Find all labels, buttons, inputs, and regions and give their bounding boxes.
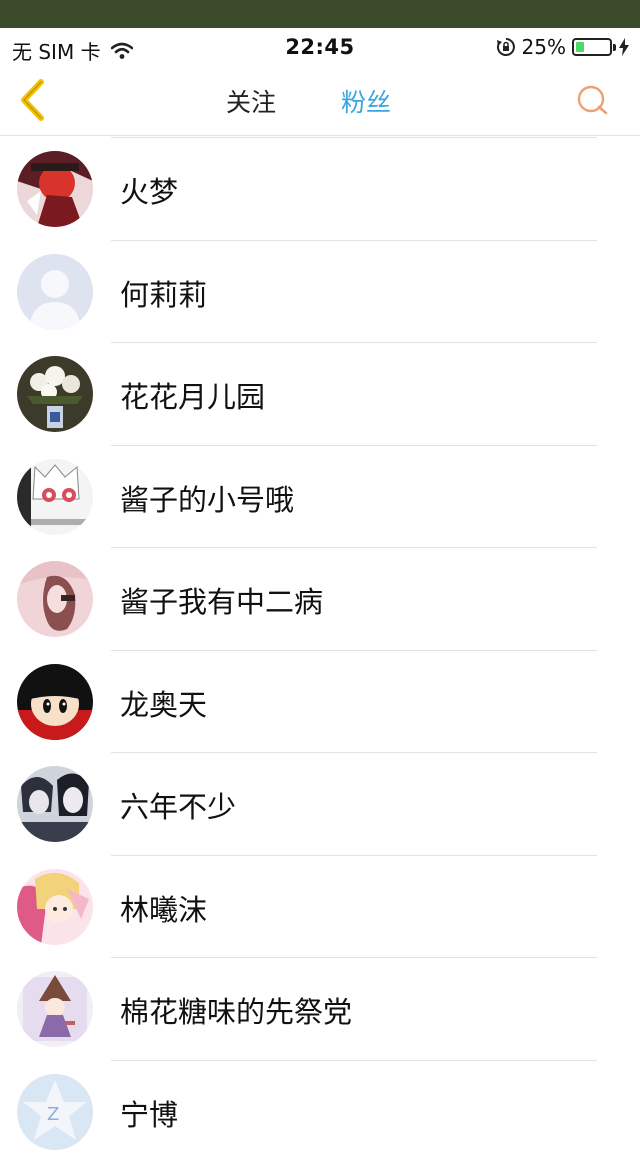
- fan-name: 花花月儿园: [120, 374, 265, 416]
- fan-name: 宁博: [120, 1092, 178, 1134]
- battery-percent: 25%: [522, 35, 566, 59]
- charging-icon: [618, 38, 630, 56]
- battery-level: [576, 42, 584, 52]
- tab-following[interactable]: 关注: [226, 83, 276, 119]
- avatar: [17, 971, 93, 1047]
- fan-name: 何莉莉: [120, 272, 207, 314]
- list-item[interactable]: 酱子的小号哦: [0, 445, 640, 548]
- chevron-left-icon: [14, 78, 54, 122]
- avatar: [17, 254, 93, 330]
- search-button[interactable]: [576, 84, 610, 116]
- avatar: [17, 664, 93, 740]
- avatar: [17, 459, 93, 535]
- rotation-lock-icon: [496, 37, 516, 57]
- fans-list: 火梦 何莉莉 花花月儿园 酱子的小号哦 酱子我有中二病 龙奥天: [0, 137, 640, 1162]
- avatar: Z: [17, 1074, 93, 1150]
- fan-name: 六年不少: [120, 784, 236, 826]
- avatar: [17, 356, 93, 432]
- search-icon: [576, 84, 610, 116]
- fan-name: 棉花糖味的先祭党: [120, 989, 352, 1031]
- list-item[interactable]: 酱子我有中二病: [0, 547, 640, 650]
- back-button[interactable]: [14, 78, 54, 122]
- list-item[interactable]: 六年不少: [0, 752, 640, 855]
- list-item[interactable]: 何莉莉: [0, 240, 640, 343]
- list-item[interactable]: 火梦: [0, 137, 640, 240]
- status-bar: 无 SIM 卡 22:45 25%: [0, 28, 640, 64]
- fan-name: 林曦沫: [120, 887, 207, 929]
- svg-text:Z: Z: [47, 1104, 59, 1125]
- top-strip: [0, 0, 640, 28]
- avatar: [17, 869, 93, 945]
- battery-icon: [572, 38, 612, 56]
- list-item[interactable]: 林曦沫: [0, 855, 640, 958]
- fan-name: 酱子的小号哦: [120, 477, 294, 519]
- avatar: [17, 151, 93, 227]
- tab-fans[interactable]: 粉丝: [341, 83, 391, 119]
- list-item[interactable]: 棉花糖味的先祭党: [0, 957, 640, 1060]
- list-item[interactable]: 花花月儿园: [0, 342, 640, 445]
- avatar: [17, 561, 93, 637]
- fan-name: 火梦: [120, 169, 178, 211]
- list-item[interactable]: Z 宁博: [0, 1060, 640, 1162]
- fan-name: 酱子我有中二病: [120, 579, 323, 621]
- nav-bar: 关注 粉丝: [0, 64, 640, 136]
- fan-name: 龙奥天: [120, 682, 207, 724]
- avatar: [17, 766, 93, 842]
- list-item[interactable]: 龙奥天: [0, 650, 640, 753]
